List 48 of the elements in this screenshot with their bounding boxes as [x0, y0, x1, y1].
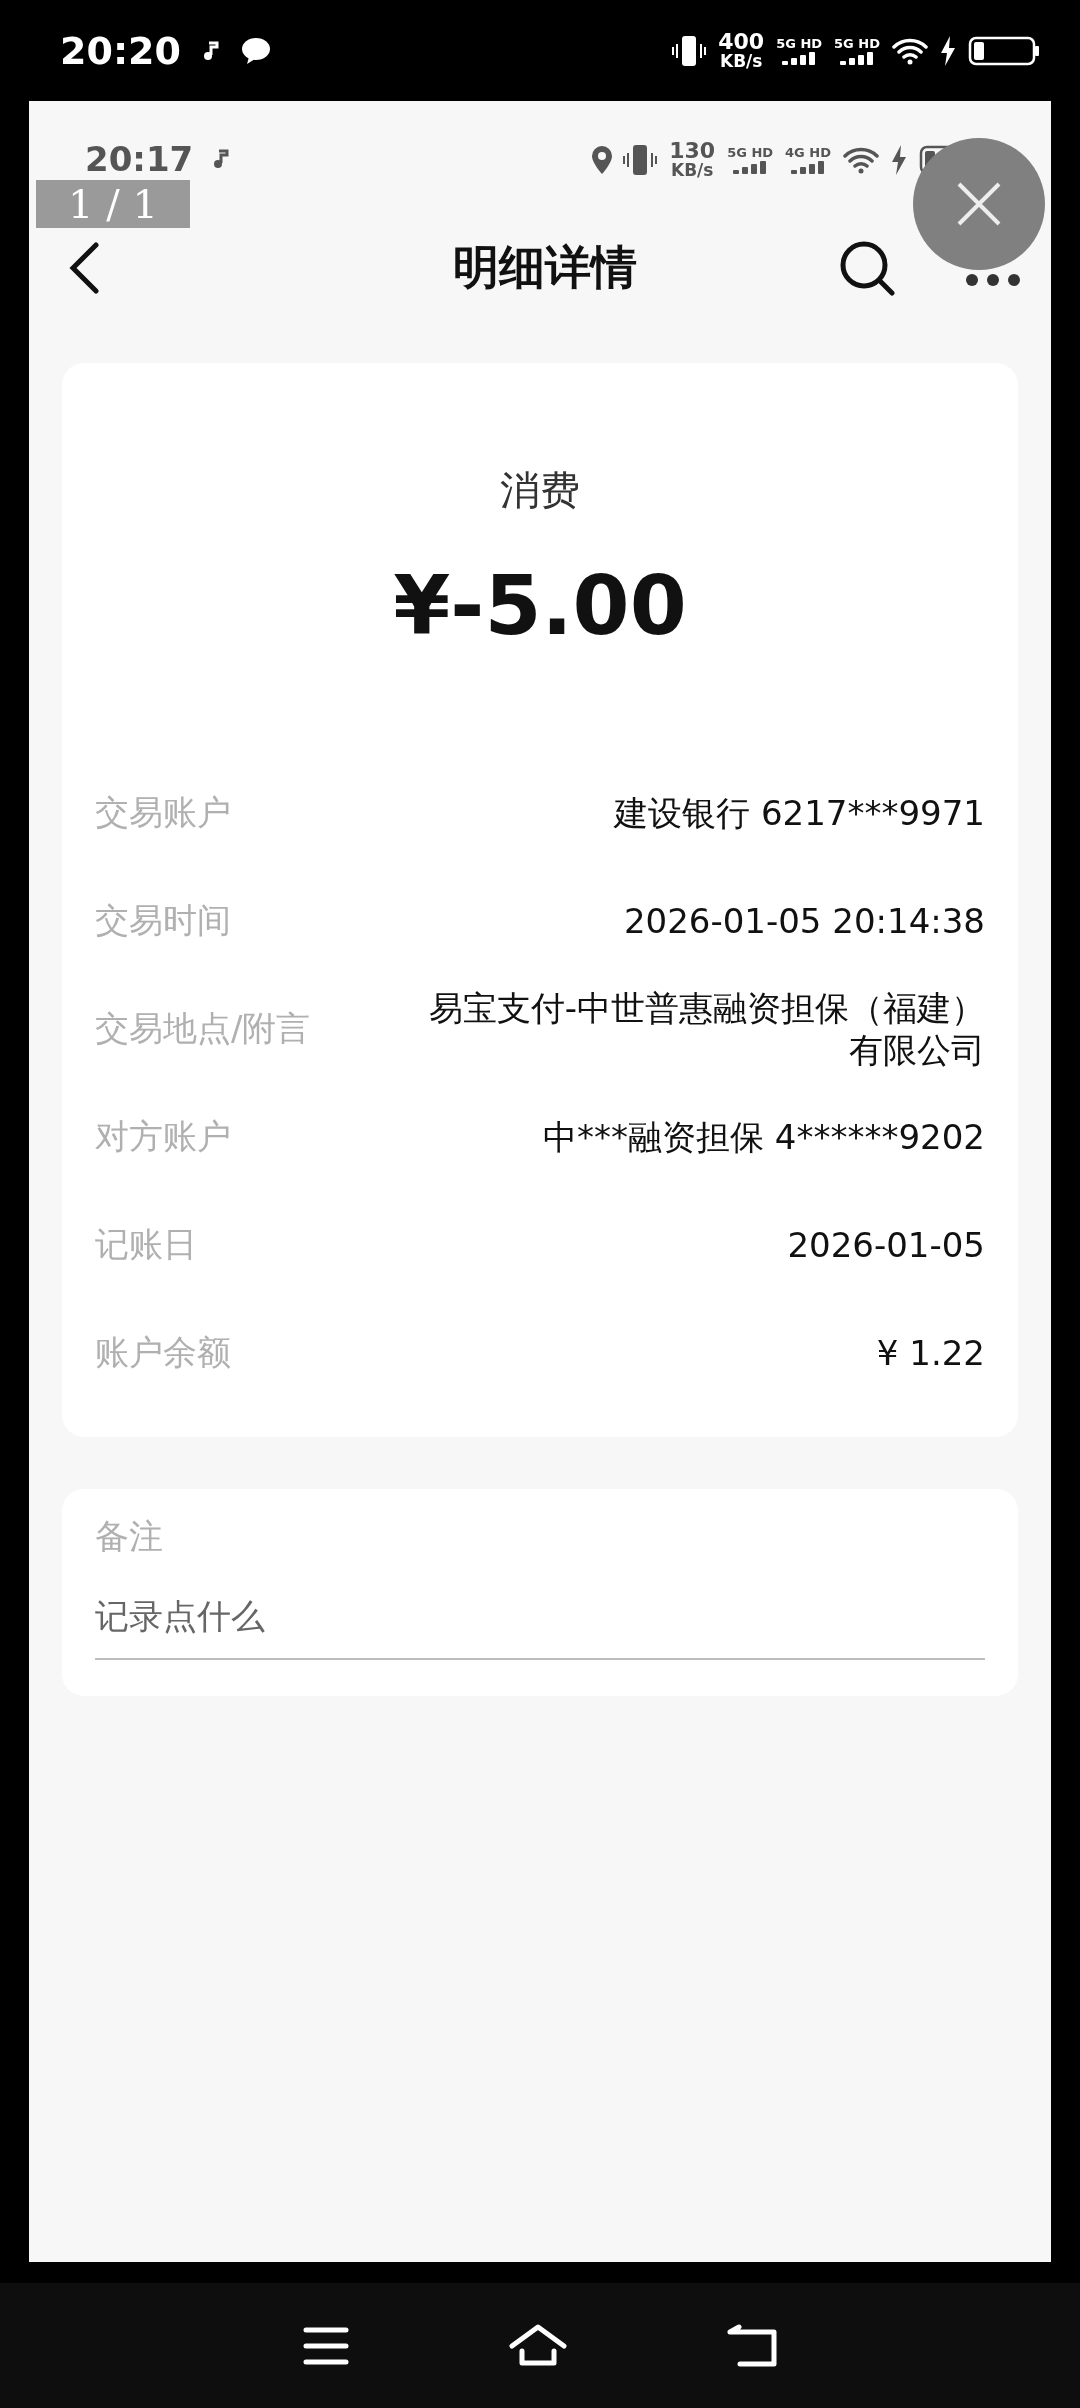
home-button[interactable]: [509, 2323, 567, 2368]
search-button[interactable]: [839, 240, 895, 296]
detail-value: 建设银行 6217***9971: [614, 791, 985, 835]
detail-value: 中***融资担保 4******9202: [543, 1115, 985, 1159]
detail-label: 交易账户: [95, 791, 231, 834]
detail-value: 易宝支付-中世普惠融资担保（福建）有限公司: [427, 986, 985, 1072]
detail-value: ¥ 1.22: [876, 1331, 985, 1375]
signal-icon: [791, 160, 826, 175]
signal-icon: [782, 51, 817, 66]
close-icon: [956, 181, 1002, 227]
vibrate-icon: [623, 143, 658, 176]
more-button[interactable]: [965, 273, 1021, 287]
note-label: 备注: [95, 1515, 164, 1558]
note-input-field[interactable]: 记录点什么: [95, 1582, 985, 1658]
network-type: 5G HD: [776, 35, 823, 52]
detail-value: 2026-01-05: [787, 1223, 985, 1267]
detail-label: 对方账户: [95, 1115, 231, 1158]
location-pin-icon: [591, 144, 614, 175]
charging-icon: [940, 35, 956, 66]
page-counter: 1 / 1: [36, 180, 190, 228]
wifi-icon: [892, 36, 928, 65]
music-note-icon: [213, 149, 230, 169]
vibrate-icon: [672, 34, 707, 67]
signal-icon: [840, 51, 875, 66]
charging-icon: [891, 144, 907, 175]
detail-label: 交易时间: [95, 899, 231, 942]
status-time: 20:20: [60, 28, 181, 73]
network-type: 5G HD: [727, 144, 774, 161]
detail-label: 账户余额: [95, 1331, 231, 1374]
network-speed: 400 KB/s: [718, 31, 765, 70]
note-card[interactable]: 备注 记录点什么: [62, 1489, 1018, 1696]
signal-icon: [733, 160, 768, 175]
detail-label: 交易地点/附言: [95, 1007, 311, 1050]
network-speed: 130 KB/s: [669, 140, 716, 179]
wifi-icon: [843, 145, 879, 174]
back-button[interactable]: [69, 242, 99, 294]
network-type: 4G HD: [785, 144, 831, 161]
chat-bubble-icon: [240, 36, 271, 65]
network-type: 5G HD: [834, 35, 880, 52]
back-nav-button[interactable]: [727, 2323, 777, 2368]
menu-button[interactable]: [303, 2325, 349, 2366]
detail-label: 记账日: [95, 1223, 197, 1266]
music-note-icon: [202, 40, 219, 61]
transaction-amount: ¥-5.00: [392, 558, 688, 653]
page-title: 明细详情: [452, 239, 638, 296]
detail-value: 2026-01-05 20:14:38: [623, 899, 985, 943]
transaction-type: 消费: [499, 466, 581, 515]
status-time: 20:17: [85, 139, 194, 179]
